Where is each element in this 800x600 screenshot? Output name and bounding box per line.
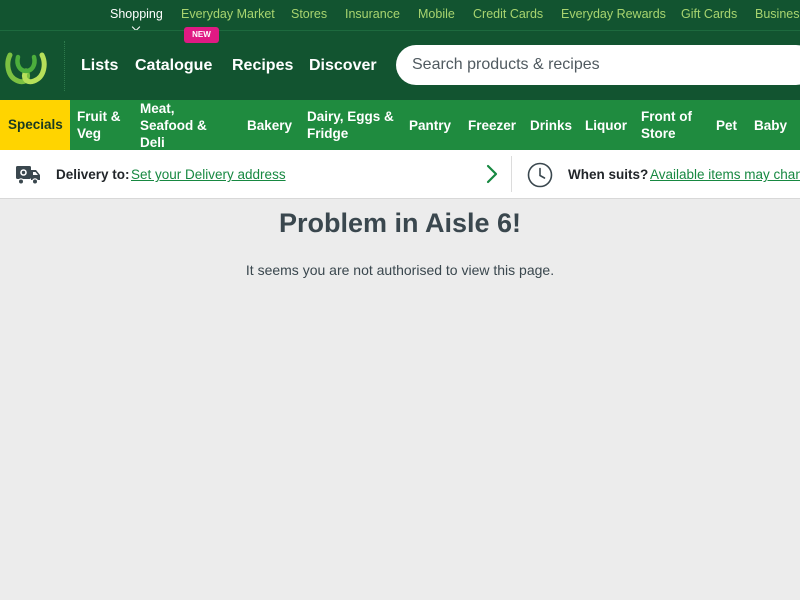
category-liquor[interactable]: Liquor <box>585 117 627 134</box>
topnav-everyday-rewards[interactable]: Everyday Rewards <box>561 7 666 21</box>
category-dairy-eggs-fridge[interactable]: Dairy, Eggs & Fridge <box>307 108 394 142</box>
nav-catalogue[interactable]: Catalogue <box>135 57 212 75</box>
new-badge: NEW <box>184 27 219 43</box>
category-label-line: Dairy, Eggs & <box>307 109 394 124</box>
category-label-line: Store <box>641 126 676 141</box>
category-fruit-veg[interactable]: Fruit & Veg <box>77 108 121 142</box>
error-message: It seems you are not authorised to view … <box>245 262 555 278</box>
topnav-stores[interactable]: Stores <box>291 7 327 21</box>
category-pet[interactable]: Pet <box>716 117 737 134</box>
category-label-line: Fruit & <box>77 109 121 124</box>
topnav-business[interactable]: Business <box>755 7 800 21</box>
delivery-truck-icon <box>16 166 40 185</box>
nav-lists[interactable]: Lists <box>81 57 118 75</box>
topnav-credit-cards[interactable]: Credit Cards <box>473 7 543 21</box>
nav-recipes[interactable]: Recipes <box>232 57 293 75</box>
category-bar: Specials Fruit & Veg Meat, Seafood & Del… <box>0 100 800 150</box>
category-meat-seafood-deli[interactable]: Meat, Seafood & Deli <box>140 100 207 151</box>
clock-icon <box>527 162 553 188</box>
category-label-line: Veg <box>77 126 102 141</box>
topnav-mobile[interactable]: Mobile <box>418 7 455 21</box>
category-specials[interactable]: Specials <box>0 100 70 150</box>
set-delivery-address-link[interactable]: Set your Delivery address <box>131 167 286 182</box>
chevron-right-icon[interactable] <box>485 163 499 185</box>
available-items-link[interactable]: Available items may change <box>650 167 800 182</box>
delivery-divider <box>511 156 512 192</box>
topnav-insurance[interactable]: Insurance <box>345 7 400 21</box>
top-utility-bar: Shopping Everyday Market Stores Insuranc… <box>0 0 800 30</box>
category-label-line: Deli <box>140 135 165 150</box>
category-freezer[interactable]: Freezer <box>468 117 516 134</box>
error-title: Problem in Aisle 6! <box>278 208 522 238</box>
search-box <box>396 45 800 85</box>
category-front-of-store[interactable]: Front of Store <box>641 108 692 142</box>
when-suits-label: When suits? <box>568 167 649 182</box>
category-bakery[interactable]: Bakery <box>247 117 292 134</box>
category-label-line: Meat, <box>140 101 175 116</box>
category-baby[interactable]: Baby <box>754 117 787 134</box>
category-label-line: Seafood & <box>140 118 207 133</box>
nav-discover[interactable]: Discover <box>309 57 377 75</box>
category-drinks[interactable]: Drinks <box>530 117 572 134</box>
topnav-gift-cards[interactable]: Gift Cards <box>681 7 737 21</box>
delivery-label: Delivery to: <box>56 167 130 182</box>
search-input[interactable] <box>412 45 792 85</box>
category-label-line: Fridge <box>307 126 349 141</box>
topnav-everyday-market[interactable]: Everyday Market <box>181 7 275 21</box>
category-label-line: Front of <box>641 109 692 124</box>
category-pantry[interactable]: Pantry <box>409 117 451 134</box>
delivery-bar: Delivery to: Set your Delivery address W… <box>0 150 800 199</box>
woolworths-logo-icon[interactable] <box>4 47 48 87</box>
logo-divider <box>64 41 65 91</box>
topnav-shopping[interactable]: Shopping <box>110 7 163 21</box>
main-header: Lists Catalogue Recipes Discover <box>0 30 800 100</box>
